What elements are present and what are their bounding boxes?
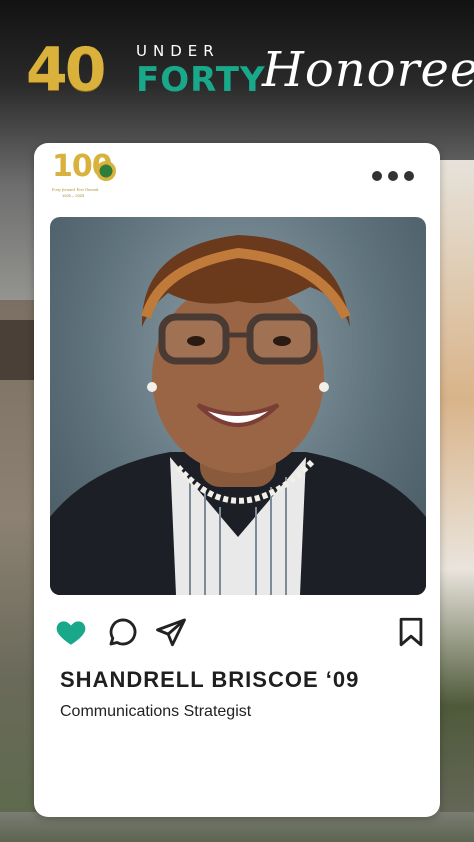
- more-dots-icon[interactable]: [372, 171, 416, 183]
- post-card: 100 Forty forward. Ever Onward. 1925 – 2…: [34, 143, 440, 817]
- honoree-role: Communications Strategist: [60, 703, 252, 720]
- dot: [372, 171, 382, 181]
- heart-icon[interactable]: [54, 615, 88, 649]
- honoree-name: SHANDRELL BRISCOE ‘09: [60, 667, 360, 692]
- centennial-badge: 100 Forty forward. Ever Onward. 1925 – 2…: [52, 149, 122, 199]
- dot: [404, 171, 414, 181]
- honoree-title: Honoree: [262, 42, 474, 98]
- send-icon[interactable]: [154, 615, 188, 649]
- bookmark-icon[interactable]: [394, 615, 428, 649]
- logo-number: 40: [26, 35, 106, 105]
- background-building-right: [440, 160, 474, 842]
- dot: [388, 171, 398, 181]
- logo-under-text: UNDER: [136, 42, 220, 60]
- post-actions: [54, 615, 424, 649]
- badge-years: 1925 – 2025: [62, 193, 85, 198]
- badge-tagline: Forty forward. Ever Onward.: [52, 187, 100, 192]
- logo-forty-text: FORTY: [136, 60, 266, 100]
- forty-under-forty-logo: 40 UNDER FORTY: [26, 35, 265, 105]
- comment-icon[interactable]: [106, 615, 140, 649]
- portrait-illustration: [50, 235, 426, 595]
- seal-icon: [96, 161, 116, 181]
- honoree-photo: [50, 217, 426, 595]
